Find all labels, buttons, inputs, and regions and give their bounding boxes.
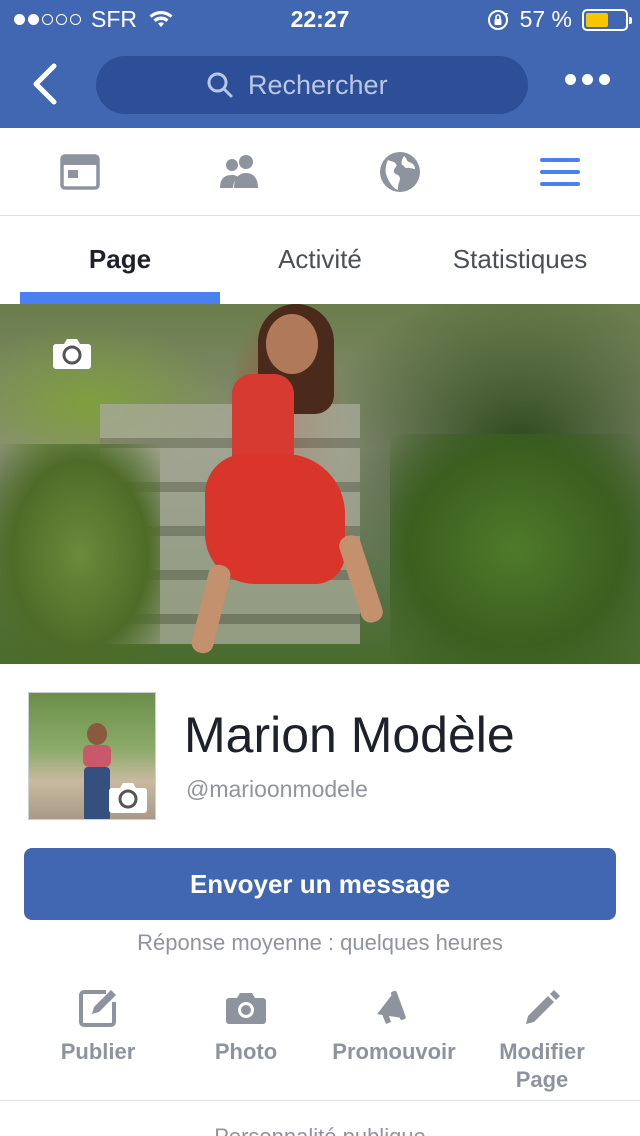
tab-activite[interactable]: Activité xyxy=(220,244,420,275)
tab-page[interactable]: Page xyxy=(20,244,220,275)
status-right: 57 % xyxy=(486,6,632,33)
cover-photo[interactable] xyxy=(0,304,640,664)
search-bar[interactable] xyxy=(96,56,528,114)
cover-camera-icon[interactable] xyxy=(52,336,92,370)
send-message-button[interactable]: Envoyer un message xyxy=(24,848,616,920)
page-tabs: Page Activité Statistiques xyxy=(0,216,640,304)
divider xyxy=(0,1100,640,1101)
megaphone-icon xyxy=(377,990,406,1024)
camera-icon xyxy=(226,993,266,1024)
pencil-icon xyxy=(526,990,560,1024)
photo-button[interactable]: Photo xyxy=(171,986,321,1066)
page-title: Marion Modèle xyxy=(184,707,515,763)
globe-icon[interactable] xyxy=(378,150,422,194)
news-feed-icon[interactable] xyxy=(58,150,102,194)
main-tab-bar xyxy=(0,128,640,216)
search-input[interactable] xyxy=(248,69,418,101)
edit-page-label: Modifier Page xyxy=(499,1039,585,1092)
search-icon xyxy=(207,72,233,98)
menu-icon[interactable] xyxy=(538,150,582,194)
friends-icon[interactable] xyxy=(218,150,262,194)
page-category: Personnalité publique xyxy=(0,1124,640,1136)
promote-button[interactable]: Promouvoir xyxy=(319,986,469,1066)
status-bar: SFR 22:27 57 % xyxy=(0,0,640,40)
orientation-lock-icon xyxy=(487,9,508,30)
battery-level xyxy=(586,12,608,27)
page-username: @marioonmodele xyxy=(186,776,368,802)
navigation-bar xyxy=(0,40,640,128)
promote-label: Promouvoir xyxy=(332,1039,456,1064)
chevron-left-icon[interactable] xyxy=(26,60,66,108)
edit-icon xyxy=(79,990,116,1027)
battery-percent: 57 % xyxy=(519,6,572,32)
profile-camera-icon[interactable] xyxy=(108,780,148,814)
tab-statistiques[interactable]: Statistiques xyxy=(420,244,620,275)
publish-label: Publier xyxy=(60,1039,136,1064)
active-tab-indicator xyxy=(20,292,220,304)
photo-label: Photo xyxy=(214,1039,278,1064)
publish-button[interactable]: Publier xyxy=(23,986,173,1066)
edit-page-button[interactable]: Modifier Page xyxy=(467,986,617,1094)
more-dots-icon[interactable] xyxy=(565,74,610,85)
response-time-text: Réponse moyenne : quelques heures xyxy=(137,930,503,955)
battery-icon xyxy=(582,8,632,31)
